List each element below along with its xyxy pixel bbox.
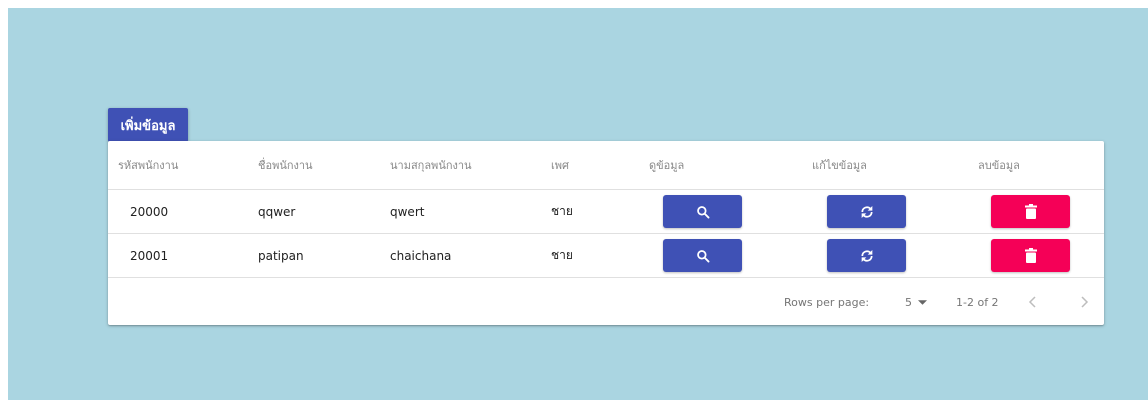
- cell-employee-name: patipan: [258, 248, 304, 263]
- pagination-range: 1-2 of 2: [956, 295, 999, 309]
- cell-employee-id: 20001: [130, 248, 169, 263]
- header-delete: ลบข้อมูล: [978, 159, 1020, 172]
- cell-employee-id: 20000: [130, 204, 169, 219]
- table-header-row: รหัสพนักงาน ชื่อพนักงาน นามสกุลพนักงาน เ…: [108, 141, 1104, 189]
- trash-icon: [1024, 204, 1037, 219]
- header-view: ดูข้อมูล: [649, 159, 685, 172]
- refresh-icon: [860, 205, 873, 218]
- table-row: 20001 patipan chaichana ชาย: [108, 233, 1104, 277]
- cell-employee-surname: qwert: [390, 204, 425, 219]
- search-icon: [696, 205, 709, 218]
- rows-per-page-value: 5: [905, 295, 912, 309]
- add-data-button[interactable]: เพิ่มข้อมูล: [108, 108, 188, 142]
- header-gender: เพศ: [551, 159, 569, 172]
- table-row: 20000 qqwer qwert ชาย: [108, 189, 1104, 233]
- trash-icon: [1024, 248, 1037, 263]
- delete-button[interactable]: [991, 239, 1070, 272]
- header-edit: แก้ไขข้อมูล: [812, 159, 867, 172]
- pagination-bar: Rows per page: 5 1-2 of 2: [108, 277, 1104, 326]
- employee-table-card: รหัสพนักงาน ชื่อพนักงาน นามสกุลพนักงาน เ…: [108, 141, 1104, 325]
- edit-button[interactable]: [827, 195, 906, 228]
- view-button[interactable]: [663, 239, 742, 272]
- caret-down-icon: [918, 299, 927, 305]
- delete-button[interactable]: [991, 195, 1070, 228]
- cell-gender: ชาย: [551, 248, 573, 262]
- rows-per-page-label: Rows per page:: [784, 295, 870, 309]
- chevron-left-icon[interactable]: [1025, 294, 1041, 310]
- refresh-icon: [860, 249, 873, 262]
- chevron-right-icon[interactable]: [1076, 294, 1092, 310]
- rows-per-page-select[interactable]: 5: [905, 278, 927, 326]
- edit-button[interactable]: [827, 239, 906, 272]
- cell-employee-name: qqwer: [258, 204, 296, 219]
- search-icon: [696, 249, 709, 262]
- cell-employee-surname: chaichana: [390, 248, 452, 263]
- view-button[interactable]: [663, 195, 742, 228]
- header-employee-surname: นามสกุลพนักงาน: [390, 159, 472, 172]
- header-employee-name: ชื่อพนักงาน: [258, 159, 313, 172]
- cell-gender: ชาย: [551, 204, 573, 218]
- header-employee-id: รหัสพนักงาน: [118, 159, 179, 172]
